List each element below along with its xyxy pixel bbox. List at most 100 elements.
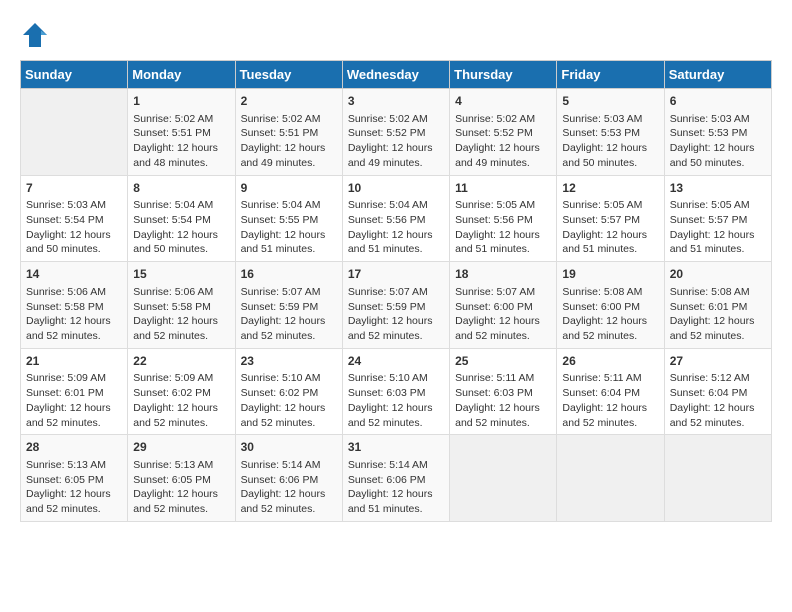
calendar-cell: [557, 435, 664, 522]
calendar-cell: 21Sunrise: 5:09 AMSunset: 6:01 PMDayligh…: [21, 348, 128, 435]
day-info: and 52 minutes.: [26, 416, 122, 431]
day-header-saturday: Saturday: [664, 61, 771, 89]
day-info: and 50 minutes.: [26, 242, 122, 257]
day-info: Sunrise: 5:04 AM: [133, 198, 229, 213]
day-info: Daylight: 12 hours: [455, 401, 551, 416]
day-info: Sunset: 6:00 PM: [562, 300, 658, 315]
day-info: Sunset: 5:57 PM: [670, 213, 766, 228]
day-info: Sunset: 6:01 PM: [26, 386, 122, 401]
day-info: Daylight: 12 hours: [241, 401, 337, 416]
calendar-cell: [450, 435, 557, 522]
calendar-cell: 10Sunrise: 5:04 AMSunset: 5:56 PMDayligh…: [342, 175, 449, 262]
day-info: Sunset: 6:05 PM: [133, 473, 229, 488]
day-info: Daylight: 12 hours: [26, 401, 122, 416]
day-info: Sunrise: 5:04 AM: [348, 198, 444, 213]
day-number: 8: [133, 180, 229, 197]
day-info: Sunset: 6:01 PM: [670, 300, 766, 315]
calendar-cell: 28Sunrise: 5:13 AMSunset: 6:05 PMDayligh…: [21, 435, 128, 522]
day-number: 29: [133, 439, 229, 456]
calendar-week-5: 28Sunrise: 5:13 AMSunset: 6:05 PMDayligh…: [21, 435, 772, 522]
calendar-cell: 29Sunrise: 5:13 AMSunset: 6:05 PMDayligh…: [128, 435, 235, 522]
day-header-tuesday: Tuesday: [235, 61, 342, 89]
day-info: Daylight: 12 hours: [670, 401, 766, 416]
day-info: Sunset: 5:56 PM: [455, 213, 551, 228]
day-info: Sunrise: 5:07 AM: [348, 285, 444, 300]
calendar-cell: 24Sunrise: 5:10 AMSunset: 6:03 PMDayligh…: [342, 348, 449, 435]
day-info: Sunset: 5:58 PM: [26, 300, 122, 315]
day-number: 31: [348, 439, 444, 456]
day-info: Sunset: 5:53 PM: [670, 126, 766, 141]
day-header-thursday: Thursday: [450, 61, 557, 89]
day-info: Daylight: 12 hours: [26, 487, 122, 502]
day-info: Sunrise: 5:05 AM: [670, 198, 766, 213]
day-info: and 52 minutes.: [562, 416, 658, 431]
day-number: 24: [348, 353, 444, 370]
calendar-cell: 20Sunrise: 5:08 AMSunset: 6:01 PMDayligh…: [664, 262, 771, 349]
day-info: and 50 minutes.: [133, 242, 229, 257]
day-info: and 51 minutes.: [348, 242, 444, 257]
calendar-header: SundayMondayTuesdayWednesdayThursdayFrid…: [21, 61, 772, 89]
day-info: Daylight: 12 hours: [455, 314, 551, 329]
day-info: Daylight: 12 hours: [348, 401, 444, 416]
day-info: Sunrise: 5:03 AM: [562, 112, 658, 127]
day-info: and 49 minutes.: [348, 156, 444, 171]
calendar-cell: 25Sunrise: 5:11 AMSunset: 6:03 PMDayligh…: [450, 348, 557, 435]
day-info: and 52 minutes.: [670, 416, 766, 431]
day-info: and 49 minutes.: [455, 156, 551, 171]
day-number: 21: [26, 353, 122, 370]
day-info: Sunrise: 5:02 AM: [455, 112, 551, 127]
calendar-cell: 22Sunrise: 5:09 AMSunset: 6:02 PMDayligh…: [128, 348, 235, 435]
logo: [20, 20, 54, 50]
day-info: Daylight: 12 hours: [133, 487, 229, 502]
day-header-friday: Friday: [557, 61, 664, 89]
day-info: and 51 minutes.: [455, 242, 551, 257]
day-info: Daylight: 12 hours: [455, 141, 551, 156]
day-info: Daylight: 12 hours: [348, 314, 444, 329]
day-number: 23: [241, 353, 337, 370]
day-info: Sunrise: 5:07 AM: [241, 285, 337, 300]
day-info: and 52 minutes.: [241, 416, 337, 431]
day-info: and 52 minutes.: [133, 329, 229, 344]
calendar-cell: 17Sunrise: 5:07 AMSunset: 5:59 PMDayligh…: [342, 262, 449, 349]
calendar-cell: 5Sunrise: 5:03 AMSunset: 5:53 PMDaylight…: [557, 89, 664, 176]
calendar-cell: 12Sunrise: 5:05 AMSunset: 5:57 PMDayligh…: [557, 175, 664, 262]
day-number: 16: [241, 266, 337, 283]
day-info: Sunset: 5:57 PM: [562, 213, 658, 228]
day-info: and 50 minutes.: [670, 156, 766, 171]
day-info: Daylight: 12 hours: [26, 314, 122, 329]
day-info: Sunset: 6:05 PM: [26, 473, 122, 488]
day-info: Sunset: 5:53 PM: [562, 126, 658, 141]
day-info: Sunrise: 5:08 AM: [670, 285, 766, 300]
calendar-week-1: 1Sunrise: 5:02 AMSunset: 5:51 PMDaylight…: [21, 89, 772, 176]
day-info: Daylight: 12 hours: [241, 141, 337, 156]
day-info: Sunrise: 5:06 AM: [133, 285, 229, 300]
day-info: Sunrise: 5:09 AM: [133, 371, 229, 386]
day-info: Sunrise: 5:11 AM: [562, 371, 658, 386]
day-info: Sunrise: 5:11 AM: [455, 371, 551, 386]
day-info: and 52 minutes.: [26, 329, 122, 344]
day-info: and 52 minutes.: [241, 502, 337, 517]
day-info: Sunset: 6:04 PM: [670, 386, 766, 401]
day-number: 7: [26, 180, 122, 197]
day-info: Daylight: 12 hours: [670, 314, 766, 329]
day-info: Daylight: 12 hours: [348, 487, 444, 502]
day-number: 26: [562, 353, 658, 370]
day-number: 25: [455, 353, 551, 370]
calendar-cell: 31Sunrise: 5:14 AMSunset: 6:06 PMDayligh…: [342, 435, 449, 522]
day-info: Sunrise: 5:07 AM: [455, 285, 551, 300]
day-info: Daylight: 12 hours: [133, 314, 229, 329]
day-info: Sunrise: 5:08 AM: [562, 285, 658, 300]
day-info: Sunset: 5:51 PM: [133, 126, 229, 141]
day-info: Daylight: 12 hours: [241, 228, 337, 243]
day-info: Daylight: 12 hours: [670, 228, 766, 243]
day-info: Sunset: 5:51 PM: [241, 126, 337, 141]
day-info: Sunrise: 5:10 AM: [241, 371, 337, 386]
day-info: Sunset: 6:03 PM: [348, 386, 444, 401]
day-info: Sunrise: 5:02 AM: [241, 112, 337, 127]
day-header-monday: Monday: [128, 61, 235, 89]
day-number: 12: [562, 180, 658, 197]
day-info: and 51 minutes.: [348, 502, 444, 517]
day-info: Sunrise: 5:13 AM: [26, 458, 122, 473]
day-info: Sunset: 5:52 PM: [455, 126, 551, 141]
day-info: Daylight: 12 hours: [670, 141, 766, 156]
